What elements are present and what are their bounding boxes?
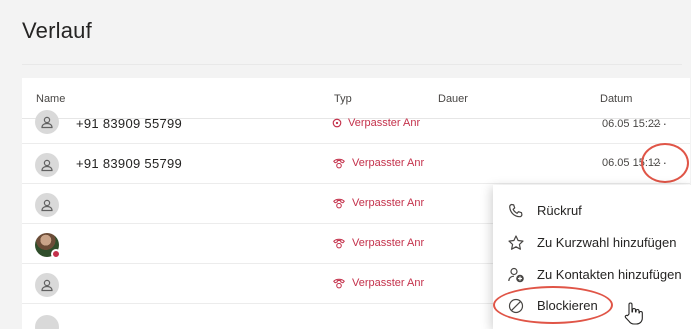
call-type: Verpasster Anr — [332, 276, 430, 290]
menu-item-callback[interactable]: Rückruf — [493, 196, 691, 226]
call-type: Verpasster Anr — [332, 236, 430, 250]
missed-call-icon — [333, 198, 345, 209]
caller-name: +91 83909 55799 — [76, 116, 183, 131]
table-row[interactable]: +91 83909 55799 Verpasster Anr 06.05 15:… — [22, 110, 690, 144]
page-title: Verlauf — [22, 18, 92, 43]
table-header: Name Typ Dauer Datum — [22, 78, 690, 118]
call-type: Verpasster Anr — [332, 156, 430, 170]
table-row[interactable]: +91 83909 55799 Verpasster Anr 06.05 15:… — [22, 145, 690, 184]
column-header-duration[interactable]: Dauer — [438, 93, 468, 105]
avatar — [35, 315, 59, 329]
highlight-ring — [641, 143, 689, 183]
highlight-ring — [493, 286, 613, 324]
column-header-date[interactable]: Datum — [600, 93, 632, 105]
avatar — [35, 193, 59, 217]
menu-item-add-contact[interactable]: Zu Kontakten hinzufügen — [493, 260, 691, 290]
missed-call-icon — [333, 158, 345, 169]
title-divider — [22, 64, 682, 65]
column-header-name[interactable]: Name — [36, 93, 65, 105]
menu-item-add-speed-dial[interactable]: Zu Kurzwahl hinzufügen — [493, 228, 691, 258]
avatar — [35, 233, 61, 259]
call-type: Verpasster Anr — [332, 117, 430, 129]
column-header-type[interactable]: Typ — [334, 93, 352, 105]
add-contact-icon — [508, 267, 524, 283]
avatar — [35, 273, 59, 297]
avatar — [35, 110, 59, 134]
more-options-button[interactable]: ··· — [652, 116, 668, 131]
avatar — [35, 153, 59, 177]
hand-cursor-icon — [624, 302, 643, 325]
missed-call-icon — [333, 278, 345, 289]
caller-name: +91 83909 55799 — [76, 156, 183, 171]
star-icon — [508, 235, 524, 250]
call-type: Verpasster Anr — [332, 196, 430, 210]
person-icon — [41, 279, 53, 292]
person-icon — [41, 159, 53, 172]
person-icon — [41, 116, 53, 129]
phone-icon — [509, 203, 523, 218]
missed-call-icon — [333, 238, 345, 249]
missed-call-icon — [332, 118, 342, 128]
person-icon — [41, 199, 53, 212]
presence-busy-indicator — [51, 249, 61, 259]
